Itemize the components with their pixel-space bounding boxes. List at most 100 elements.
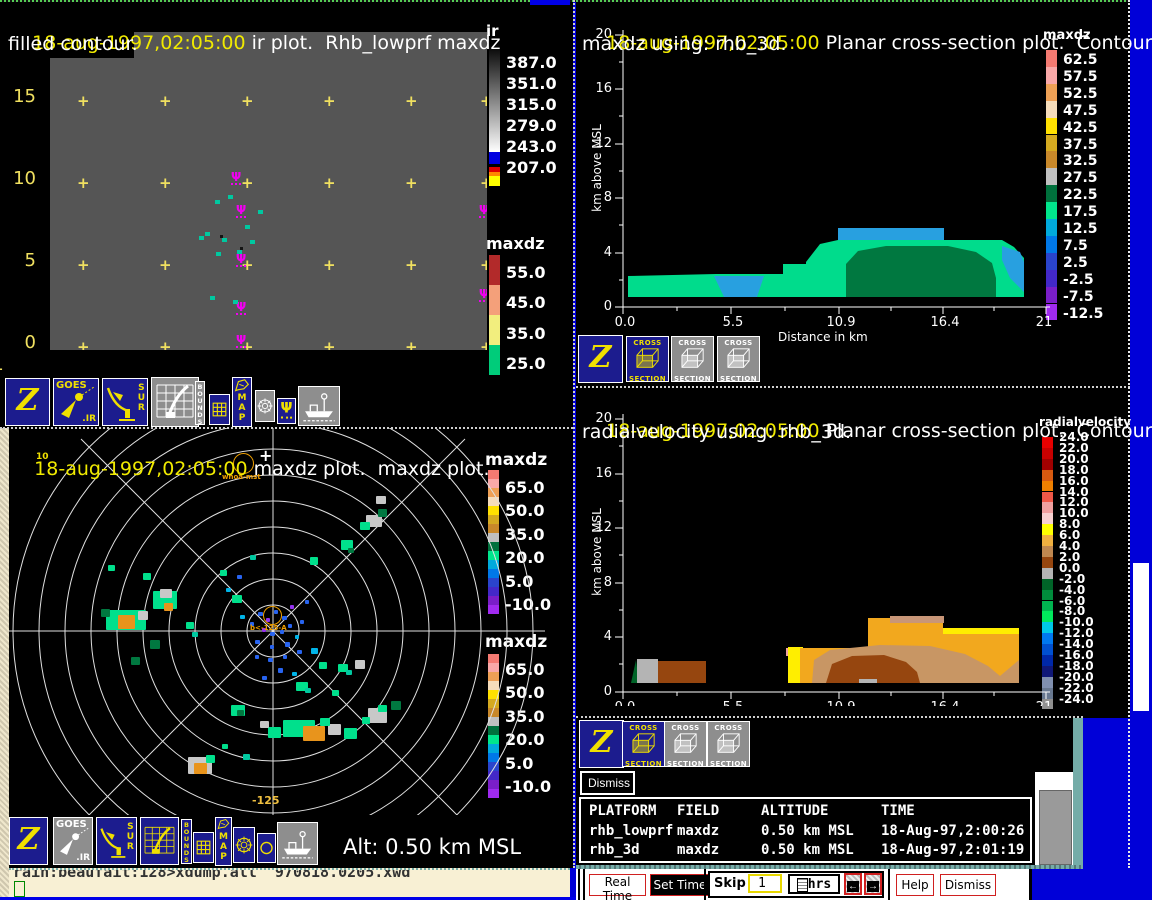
table-cell: rhb_lowprf <box>589 823 673 839</box>
radar-echo <box>143 573 151 580</box>
circle-icon <box>258 834 275 862</box>
zebra-logo-icon: Z <box>591 725 613 760</box>
zebra-logo-icon: Z <box>17 383 39 418</box>
panel-title-radar: 18-aug-1997,02:05:00 maxdz plot. maxdz p… <box>10 429 490 510</box>
ship-icon <box>278 823 317 864</box>
cross-section-button[interactable]: CROSSSECTION <box>707 721 750 767</box>
radar-echo <box>108 565 115 571</box>
cross-section-button[interactable]: CROSSSECTION <box>664 721 707 767</box>
radar-echo <box>240 615 245 619</box>
dismiss-button[interactable]: Dismiss <box>940 874 996 896</box>
x-axis-title: Distance in km <box>778 330 868 344</box>
toolbar-button-gear[interactable] <box>255 390 275 422</box>
radar-echo <box>192 632 198 637</box>
step-forward-button[interactable]: → <box>864 873 882 895</box>
radar-annotation-text: b<-125-A <box>250 624 287 632</box>
colorbar-tick-label: 35.0 <box>506 324 545 343</box>
step-back-button[interactable]: ← <box>844 873 862 895</box>
radar-echo <box>232 595 242 603</box>
colorbar-segment <box>489 345 500 375</box>
y-axis-tick-label: 4 <box>590 245 612 260</box>
colorbar-tick-label: 387.0 <box>506 53 557 72</box>
hrs-button[interactable]: hrs <box>788 874 840 894</box>
radar-echo <box>262 676 267 680</box>
y-axis-tick-label: 0 <box>590 684 612 699</box>
x-axis-tick-label: 5.5 <box>715 700 751 706</box>
radar-echo <box>355 660 365 669</box>
colorbar-tick-label: 243.0 <box>506 137 557 156</box>
toolbar-button-gear[interactable] <box>233 827 255 863</box>
colorbar-segment <box>489 285 500 315</box>
toolbar-button-z[interactable]: Z <box>578 335 623 383</box>
right-scrollbar-thumb[interactable] <box>1133 563 1149 711</box>
set-time-button[interactable]: Set Time <box>650 874 710 896</box>
skip-value-field[interactable]: 1 <box>748 874 782 893</box>
radar-grid-icon <box>152 378 198 426</box>
toolbar-button-ship[interactable] <box>298 386 340 426</box>
polar-grid-icon <box>256 391 274 421</box>
toolbar-button-map[interactable]: MAP <box>232 377 252 427</box>
toolbar-button-goes[interactable]: GOES.IR <box>53 378 99 426</box>
y-axis-tick-label: 5 <box>2 250 36 271</box>
radar-echo <box>237 575 242 579</box>
toolbar-button-bounds[interactable]: BOUNDS <box>195 381 205 425</box>
dialog-scroll-thumb[interactable] <box>1039 790 1072 865</box>
radar-grid-icon <box>141 818 178 864</box>
help-button[interactable]: Help <box>896 874 934 896</box>
table-cell: maxdz <box>677 823 719 839</box>
cross-section-button[interactable]: CROSSSECTION <box>717 336 760 382</box>
toolbar-button-buoy[interactable]: Ψ <box>277 398 296 424</box>
cube-icon <box>722 347 756 371</box>
cross-label-bottom: SECTION <box>665 760 706 768</box>
toolbar-button-circle[interactable] <box>257 833 276 863</box>
toolbar-button-gridradar[interactable] <box>151 377 199 427</box>
toolbar-button-z[interactable]: Z <box>579 720 624 768</box>
vertical-separator <box>573 0 575 868</box>
toolbar-button-grid[interactable] <box>193 832 214 863</box>
title-text: ir plot. Rhb_lowprf maxdz <box>246 32 501 54</box>
real-time-button[interactable]: Real Time <box>589 874 646 896</box>
altitude-label: Alt: 0.50 km MSL <box>343 835 521 859</box>
x-axis-tick-label: 5.5 <box>715 315 751 330</box>
radar-echo <box>282 616 287 620</box>
cube-icon <box>676 347 710 371</box>
toolbar-button-grid[interactable] <box>209 394 230 425</box>
colorbar-tick-label: 25.0 <box>506 354 545 373</box>
cube-icon <box>631 347 665 371</box>
toolbar-button-ship[interactable] <box>277 822 318 865</box>
toolbar-button-bounds[interactable]: BOUNDS <box>181 819 192 864</box>
radar-echo <box>226 588 231 592</box>
colorbar-tick-label: 55.0 <box>506 263 545 282</box>
radar-echo <box>378 509 387 517</box>
radar-echo <box>222 744 228 749</box>
table-cell: 18-Aug-97,2:00:26 <box>881 823 1024 839</box>
toolbar-button-sur[interactable]: SUR <box>96 817 137 865</box>
cross-section-button[interactable]: CROSSSECTION <box>671 336 714 382</box>
ir-label: .IR <box>82 414 96 424</box>
terminal-window[interactable]: rain:beaufait:128>xdump.all 970818.0205.… <box>9 868 570 897</box>
divider <box>578 869 580 900</box>
sur-label: SUR <box>138 383 145 413</box>
toolbar-button-goes[interactable]: GOES.IR <box>53 817 93 865</box>
app-root: ++++++++++++++++++++++++ΨΨΨΨΨΨΨ 18-aug-1… <box>0 0 1152 900</box>
radar-echo <box>288 624 292 628</box>
toolbar-button-sur[interactable]: SUR <box>102 378 148 426</box>
dialog-dismiss-button[interactable]: Dismiss <box>580 771 635 795</box>
right-margin-dotted <box>1128 0 1130 868</box>
cross-section-button[interactable]: CROSSSECTION <box>622 721 665 767</box>
skip-label: Skip <box>714 876 746 891</box>
toolbar-button-z[interactable]: Z <box>5 378 50 426</box>
radar-echo <box>118 615 135 629</box>
toolbar-button-map[interactable]: MAP <box>215 817 232 866</box>
x-axis-tick-label: 10.9 <box>823 700 859 706</box>
radar-echo <box>311 648 318 654</box>
control-bar-end <box>1029 869 1032 900</box>
radar-echo <box>270 632 275 636</box>
separator-tl-bl <box>0 427 573 429</box>
toolbar-button-gridradar[interactable] <box>140 817 179 865</box>
x-axis-tick-label: 16.4 <box>927 700 963 706</box>
radar-echo <box>237 710 244 716</box>
zebra-logo-icon: Z <box>18 822 40 857</box>
toolbar-button-z[interactable]: Z <box>9 817 48 865</box>
cross-section-button[interactable]: CROSSSECTION <box>626 336 669 382</box>
